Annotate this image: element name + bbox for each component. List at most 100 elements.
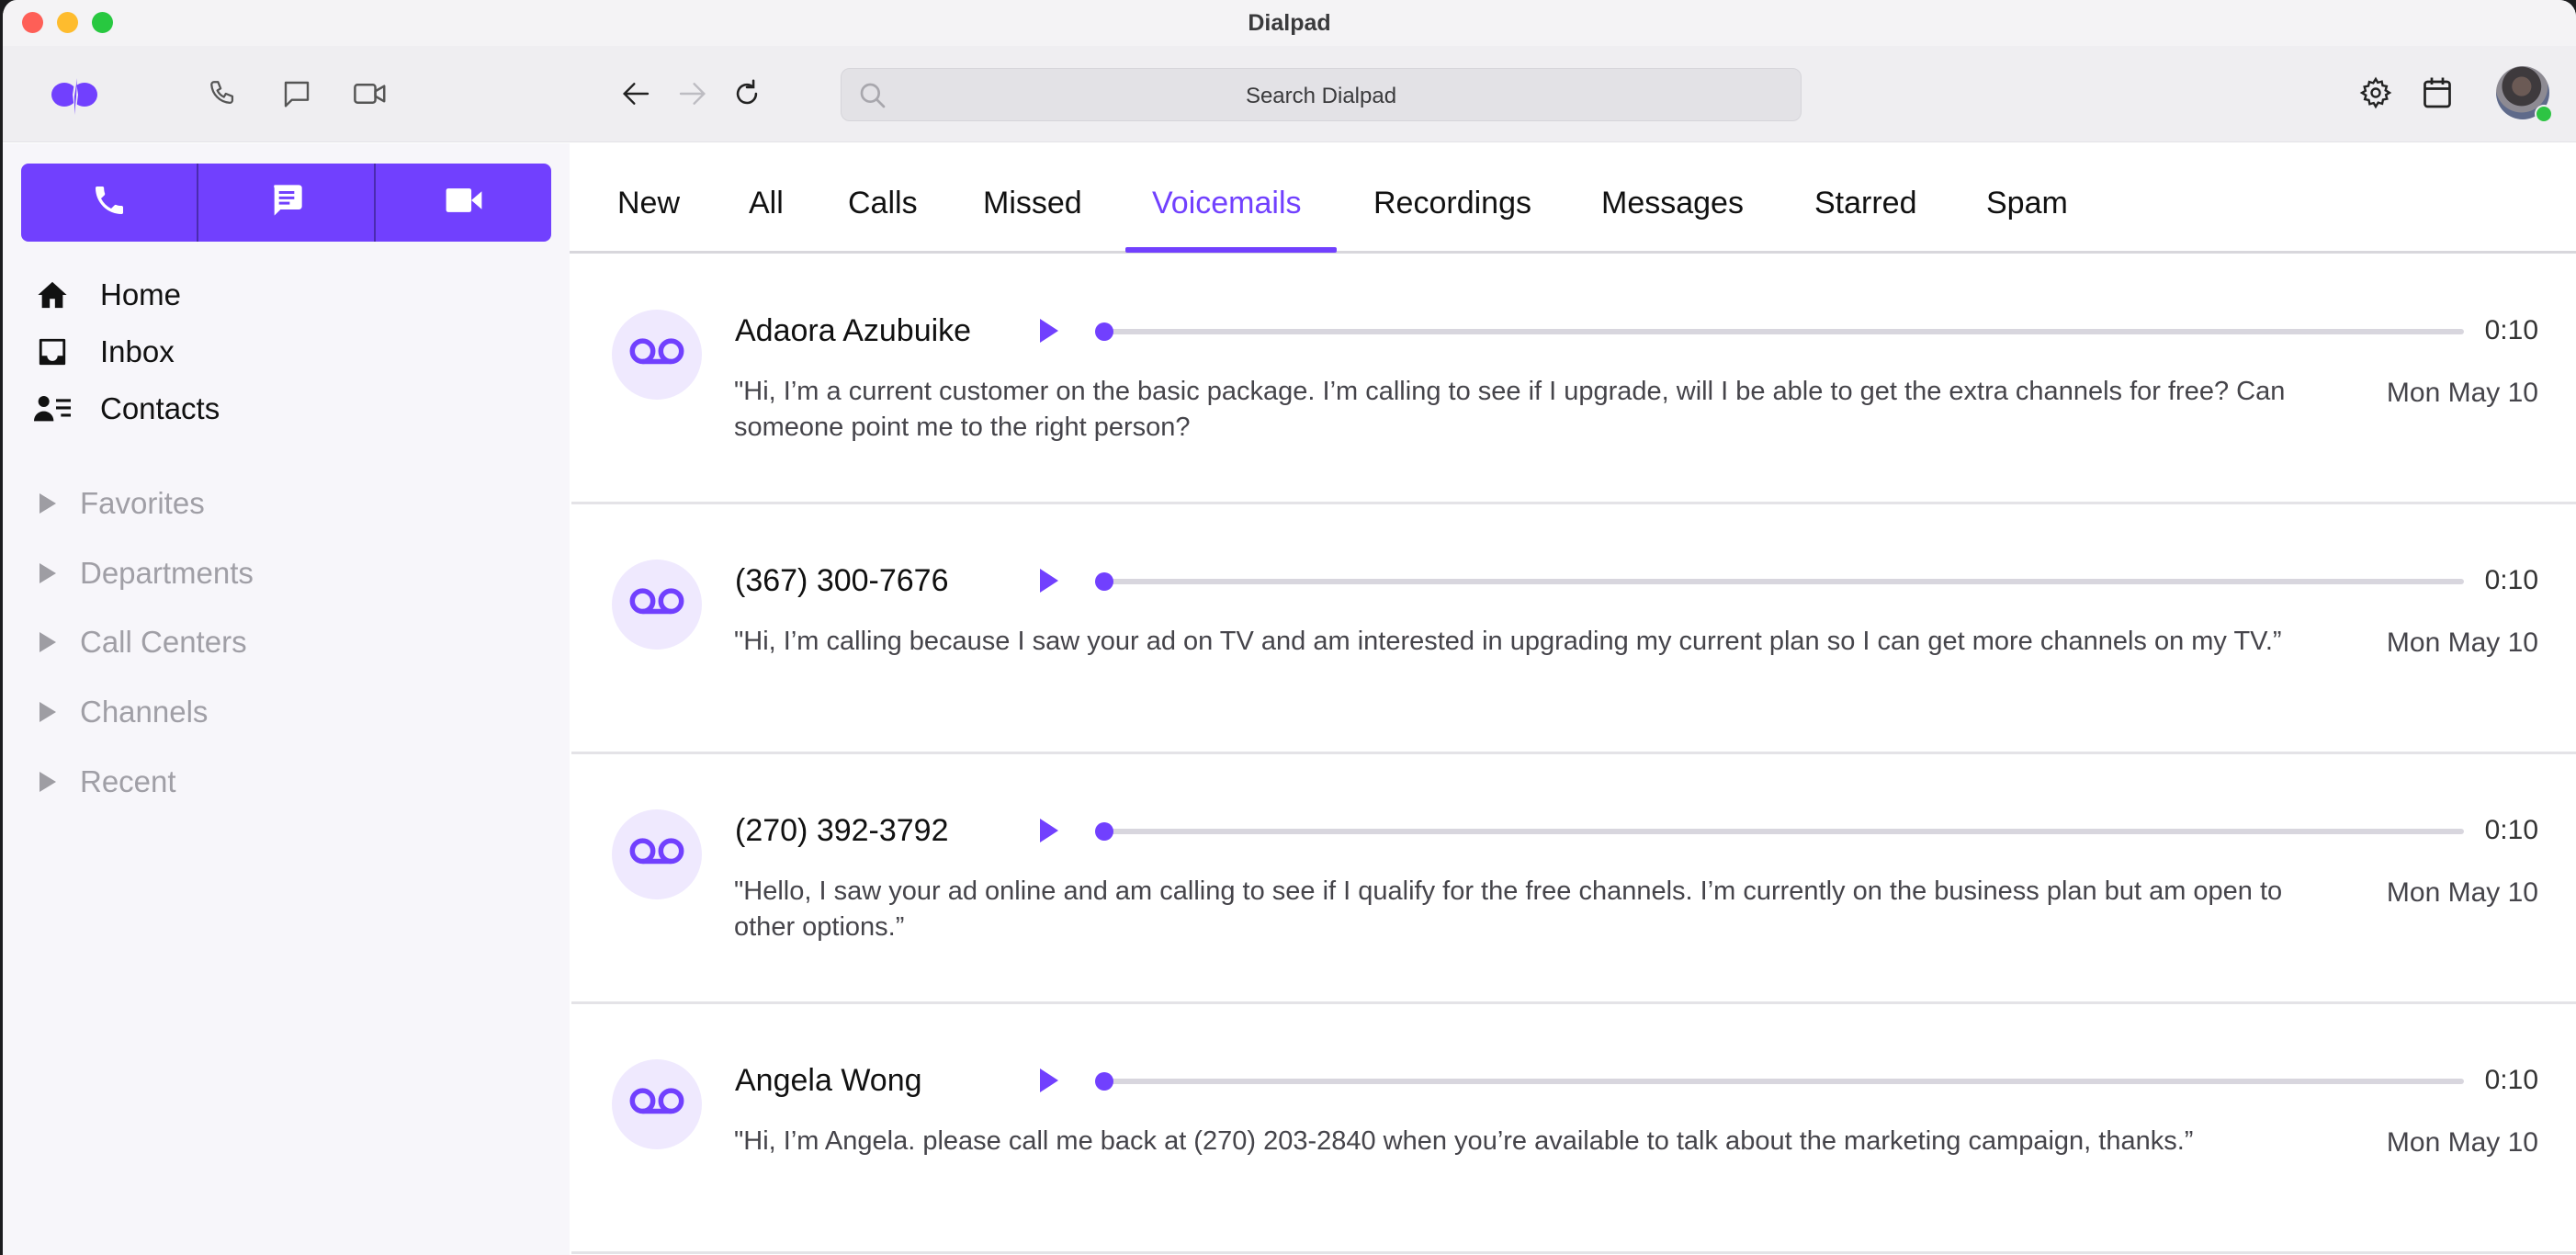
scrubber-handle[interactable] <box>1095 1072 1113 1091</box>
caller-name: Adaora Azubuike <box>735 313 972 348</box>
voicemail-row[interactable]: Adaora Azubuike 0:10 "Hi, I’m a current … <box>571 254 2576 504</box>
main-content: New All Calls Missed Voicemails Recordin… <box>570 143 2576 1255</box>
section-label: Call Centers <box>80 625 247 659</box>
user-avatar[interactable] <box>2496 66 2553 123</box>
sidebar-item-inbox[interactable]: Inbox <box>34 329 175 375</box>
voicemail-avatar <box>612 809 702 899</box>
caret-right-icon <box>40 702 56 722</box>
section-label: Channels <box>80 695 209 729</box>
voicemail-transcript: "Hi, I’m a current customer on the basic… <box>734 377 2286 442</box>
message-icon <box>268 182 305 223</box>
caller-name: (367) 300-7676 <box>735 563 949 598</box>
voicemail-icon <box>628 336 685 374</box>
presence-indicator <box>2535 105 2553 123</box>
inbox-icon <box>34 334 71 370</box>
voicemail-row[interactable]: Angela Wong 0:10 "Hi, I’m Angela. please… <box>571 1004 2576 1254</box>
play-icon[interactable] <box>1040 1068 1058 1092</box>
section-label: Favorites <box>80 486 205 520</box>
tab-bar: New All Calls Missed Voicemails Recordin… <box>570 143 2576 254</box>
scrubber-handle[interactable] <box>1095 572 1113 591</box>
sidebar-section-recent[interactable]: Recent <box>40 759 176 805</box>
phone-icon[interactable] <box>203 73 243 114</box>
dialpad-logo-icon[interactable] <box>49 73 100 119</box>
voicemail-date: Mon May 10 <box>2386 877 2538 908</box>
contacts-icon <box>34 390 71 427</box>
scrubber-handle[interactable] <box>1095 322 1113 341</box>
video-icon <box>445 184 483 221</box>
sidebar-item-label: Inbox <box>100 334 175 368</box>
voicemail-avatar <box>612 1059 702 1149</box>
playback-scrubber[interactable] <box>1095 822 2464 841</box>
sidebar-item-contacts[interactable]: Contacts <box>34 386 220 432</box>
section-label: Departments <box>80 556 254 590</box>
active-tab-indicator <box>1125 247 1337 253</box>
gear-icon[interactable] <box>2355 72 2397 114</box>
voicemail-avatar <box>612 560 702 650</box>
back-arrow-icon[interactable] <box>616 73 657 114</box>
caret-right-icon <box>40 632 56 652</box>
caller-name: Angela Wong <box>735 1063 922 1098</box>
primary-actions <box>21 164 551 242</box>
home-icon <box>34 277 71 313</box>
voicemail-transcript: "Hello, I saw your ad online and am call… <box>734 876 2283 942</box>
voicemail-duration: 0:10 <box>2484 565 2538 595</box>
tab-missed[interactable]: Missed <box>983 186 1082 221</box>
sidebar-item-home[interactable]: Home <box>34 272 181 318</box>
chat-icon[interactable] <box>277 73 317 114</box>
play-icon[interactable] <box>1040 819 1058 842</box>
tab-new[interactable]: New <box>617 186 680 221</box>
playback-scrubber[interactable] <box>1095 1072 2464 1091</box>
play-icon[interactable] <box>1040 319 1058 343</box>
voicemail-date: Mon May 10 <box>2386 378 2538 408</box>
playback-scrubber[interactable] <box>1095 322 2464 341</box>
voicemail-row[interactable]: (367) 300-7676 0:10 "Hi, I’m calling bec… <box>571 504 2576 754</box>
phone-icon <box>91 182 128 223</box>
section-label: Recent <box>80 764 176 798</box>
tab-recordings[interactable]: Recordings <box>1373 186 1531 221</box>
forward-arrow-icon[interactable] <box>672 73 712 114</box>
tab-starred[interactable]: Starred <box>1814 186 1917 221</box>
tab-voicemails[interactable]: Voicemails <box>1152 186 1302 221</box>
sidebar-section-channels[interactable]: Channels <box>40 689 208 735</box>
toolbar: Search Dialpad <box>3 46 2576 142</box>
tab-messages[interactable]: Messages <box>1601 186 1744 221</box>
new-message-button[interactable] <box>198 164 376 242</box>
sidebar-section-call-centers[interactable]: Call Centers <box>40 619 247 665</box>
caret-right-icon <box>40 493 56 514</box>
caret-right-icon <box>40 772 56 792</box>
video-icon[interactable] <box>350 73 390 114</box>
voicemail-avatar <box>612 310 702 400</box>
sidebar-item-label: Home <box>100 277 182 311</box>
tab-all[interactable]: All <box>749 186 784 221</box>
voicemail-date: Mon May 10 <box>2386 628 2538 658</box>
tab-calls[interactable]: Calls <box>848 186 918 221</box>
refresh-icon[interactable] <box>727 73 767 114</box>
new-video-button[interactable] <box>376 164 551 242</box>
sidebar-section-favorites[interactable]: Favorites <box>40 481 205 526</box>
caret-right-icon <box>40 563 56 583</box>
calendar-icon[interactable] <box>2416 72 2458 114</box>
window-title: Dialpad <box>1248 10 1331 36</box>
search-placeholder: Search Dialpad <box>1245 84 1397 108</box>
sidebar-item-label: Contacts <box>100 391 220 425</box>
search-input[interactable]: Search Dialpad <box>841 68 1802 121</box>
caller-name: (270) 392-3792 <box>735 813 949 848</box>
voicemail-date: Mon May 10 <box>2386 1127 2538 1158</box>
voicemail-duration: 0:10 <box>2484 315 2538 345</box>
scrubber-handle[interactable] <box>1095 822 1113 841</box>
voicemail-duration: 0:10 <box>2484 1065 2538 1095</box>
voicemail-icon <box>628 1086 685 1124</box>
voicemail-icon <box>628 836 685 874</box>
voicemail-transcript: "Hi, I’m calling because I saw your ad o… <box>734 627 2282 656</box>
voicemail-duration: 0:10 <box>2484 815 2538 845</box>
sidebar: Home Inbox Contacts Favorites Department… <box>3 143 570 1255</box>
sidebar-section-departments[interactable]: Departments <box>40 550 254 596</box>
app-window: Dialpad Search Dialpad Home Inbox Contac… <box>0 0 2576 1255</box>
playback-scrubber[interactable] <box>1095 572 2464 591</box>
tab-spam[interactable]: Spam <box>1986 186 2068 221</box>
title-bar: Dialpad <box>3 0 2576 46</box>
voicemail-row[interactable]: (270) 392-3792 0:10 "Hello, I saw your a… <box>571 754 2576 1004</box>
voicemail-icon <box>628 586 685 624</box>
new-call-button[interactable] <box>21 164 198 242</box>
play-icon[interactable] <box>1040 569 1058 593</box>
